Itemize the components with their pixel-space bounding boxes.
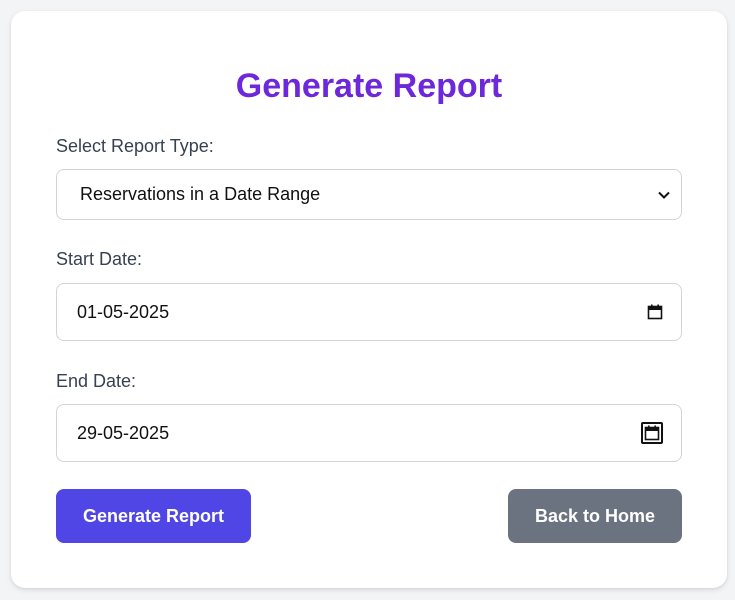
report-type-label: Select Report Type:: [56, 136, 214, 156]
start-date-input[interactable]: 01-05-2025: [56, 283, 682, 341]
calendar-icon[interactable]: [647, 304, 663, 320]
calendar-icon[interactable]: [641, 422, 663, 444]
report-card: Generate Report Select Report Type: Rese…: [11, 11, 727, 588]
end-date-input[interactable]: 29-05-2025: [56, 404, 682, 462]
report-type-value: Reservations in a Date Range: [80, 184, 321, 204]
back-to-home-button[interactable]: Back to Home: [508, 489, 682, 543]
start-date-label: Start Date:: [56, 249, 143, 269]
end-date-label: End Date:: [56, 371, 137, 391]
report-type-select[interactable]: Reservations in a Date Range: [56, 169, 682, 220]
end-date-value: 29-05-2025: [77, 422, 170, 443]
start-date-value: 01-05-2025: [77, 301, 170, 322]
chevron-down-icon: [657, 188, 671, 202]
generate-report-button[interactable]: Generate Report: [56, 489, 251, 543]
page-title: Generate Report: [235, 67, 503, 105]
